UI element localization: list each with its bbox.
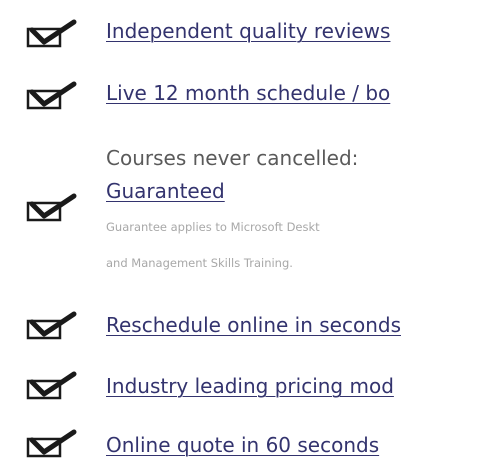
never-cancelled-text: Courses never cancelled: bbox=[106, 146, 359, 170]
independent-reviews-link[interactable]: Independent quality reviews bbox=[106, 19, 390, 43]
checkmark-icon bbox=[22, 428, 80, 458]
reschedule-link[interactable]: Reschedule online in seconds bbox=[106, 313, 401, 337]
checkmark-icon bbox=[22, 18, 80, 48]
guarantee-note-line1: Guarantee applies to Microsoft Deskt bbox=[106, 220, 320, 234]
checkmark-icon bbox=[22, 80, 80, 110]
checkmark-icon bbox=[22, 310, 80, 340]
checkmark-icon bbox=[22, 192, 80, 222]
pricing-link[interactable]: Industry leading pricing mod bbox=[106, 374, 394, 398]
guaranteed-link[interactable]: Guaranteed bbox=[106, 179, 225, 203]
online-quote-link[interactable]: Online quote in 60 seconds bbox=[106, 433, 379, 457]
live-schedule-link[interactable]: Live 12 month schedule / bo bbox=[106, 81, 390, 105]
checkmark-icon bbox=[22, 370, 80, 400]
guarantee-note-line2: and Management Skills Training. bbox=[106, 256, 293, 270]
feature-list: Independent quality reviews Live 12 mont… bbox=[0, 0, 478, 460]
